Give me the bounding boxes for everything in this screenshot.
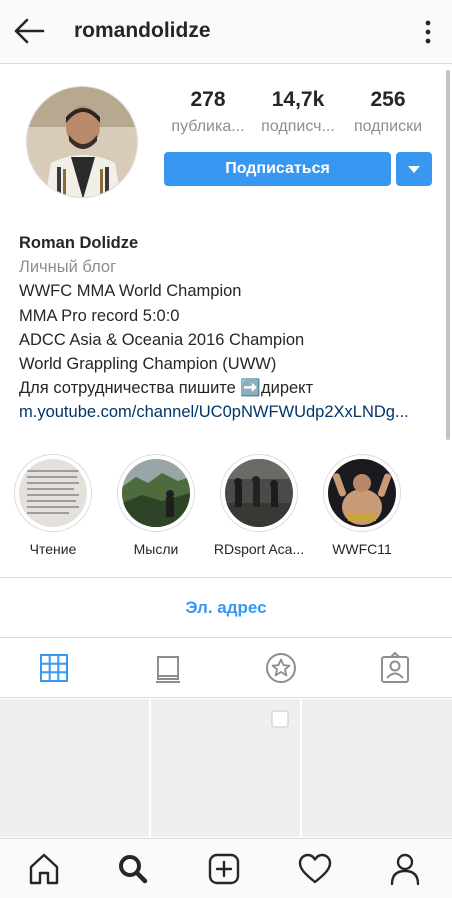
home-icon[interactable]	[22, 847, 66, 891]
feed-icon[interactable]	[148, 648, 188, 688]
highlight-ring	[220, 454, 298, 532]
divider	[0, 637, 452, 638]
arrow-left-icon[interactable]	[12, 16, 46, 46]
highlight-ring	[323, 454, 401, 532]
highlight-cover	[122, 459, 190, 527]
post-thumbnail[interactable]	[302, 699, 452, 837]
scrollbar[interactable]	[446, 70, 450, 440]
profile-icon[interactable]	[383, 847, 427, 891]
stat-label: подписки	[353, 118, 423, 135]
highlight-cover	[328, 459, 396, 527]
category-label: Личный блог	[19, 258, 117, 277]
highlight-rdsport[interactable]: RDsport Aca...	[214, 454, 304, 557]
divider	[0, 697, 452, 698]
highlight-reading[interactable]: Чтение	[8, 454, 98, 557]
profile-stats: 278 публика... 14,7k подписч... 256 подп…	[163, 88, 433, 144]
bio-line: WWFC MMA World Champion	[19, 282, 242, 301]
stat-value: 14,7k	[271, 88, 325, 111]
highlight-label: WWFC11	[332, 541, 392, 557]
stat-posts[interactable]: 278 публика...	[163, 88, 253, 136]
stat-value: 256	[370, 88, 406, 111]
highlight-cover	[225, 459, 293, 527]
stat-followers[interactable]: 14,7k подписч...	[253, 88, 343, 136]
tagged-icon[interactable]	[375, 648, 415, 688]
grid-icon[interactable]	[34, 648, 74, 688]
bio-line: Для сотрудничества пишите ➡️директ	[19, 379, 314, 398]
multiple-photos-icon	[271, 710, 289, 728]
highlight-thoughts[interactable]: Мысли	[111, 454, 201, 557]
bio-line: MMA Pro record 5:0:0	[19, 306, 180, 325]
stat-label: публика...	[171, 118, 245, 135]
stat-value: 278	[190, 88, 226, 111]
triangle-down-icon	[408, 166, 420, 173]
post-thumbnail[interactable]	[151, 699, 300, 837]
highlight-label: Мысли	[133, 541, 179, 557]
follow-button[interactable]: Подписаться	[164, 152, 391, 186]
highlight-wwfc11[interactable]: WWFC11	[317, 454, 407, 557]
search-icon[interactable]	[111, 847, 155, 891]
highlight-cover	[19, 459, 87, 527]
bottom-navigation	[0, 838, 452, 898]
profile-bio: Roman Dolidze Личный блог WWFC MMA World…	[19, 231, 439, 425]
highlight-label: Чтение	[29, 541, 77, 557]
avatar-photo	[27, 87, 137, 197]
post-thumbnail[interactable]	[0, 699, 149, 837]
add-icon[interactable]	[202, 847, 246, 891]
bio-website-link[interactable]: m.youtube.com/channel/UC0pNWFWUdp2XxLNDg…	[19, 400, 439, 424]
top-bar: romandolidze	[0, 0, 452, 64]
email-contact-button[interactable]: Эл. адрес	[0, 579, 452, 637]
avatar[interactable]	[26, 86, 138, 198]
suggestions-dropdown-button[interactable]	[396, 152, 432, 186]
highlight-ring	[117, 454, 195, 532]
full-name: Roman Dolidze	[19, 234, 139, 252]
star-icon[interactable]	[261, 648, 301, 688]
bio-line: ADCC Asia & Oceania 2016 Champion	[19, 330, 305, 349]
divider	[0, 577, 452, 578]
stat-following[interactable]: 256 подписки	[343, 88, 433, 136]
highlight-ring	[14, 454, 92, 532]
stat-label: подписч...	[261, 118, 335, 135]
more-vertical-icon[interactable]	[418, 16, 438, 48]
bio-line: World Grappling Champion (UWW)	[19, 355, 277, 374]
highlight-label: RDsport Aca...	[213, 541, 305, 557]
heart-icon[interactable]	[293, 847, 337, 891]
profile-username: romandolidze	[74, 19, 211, 42]
